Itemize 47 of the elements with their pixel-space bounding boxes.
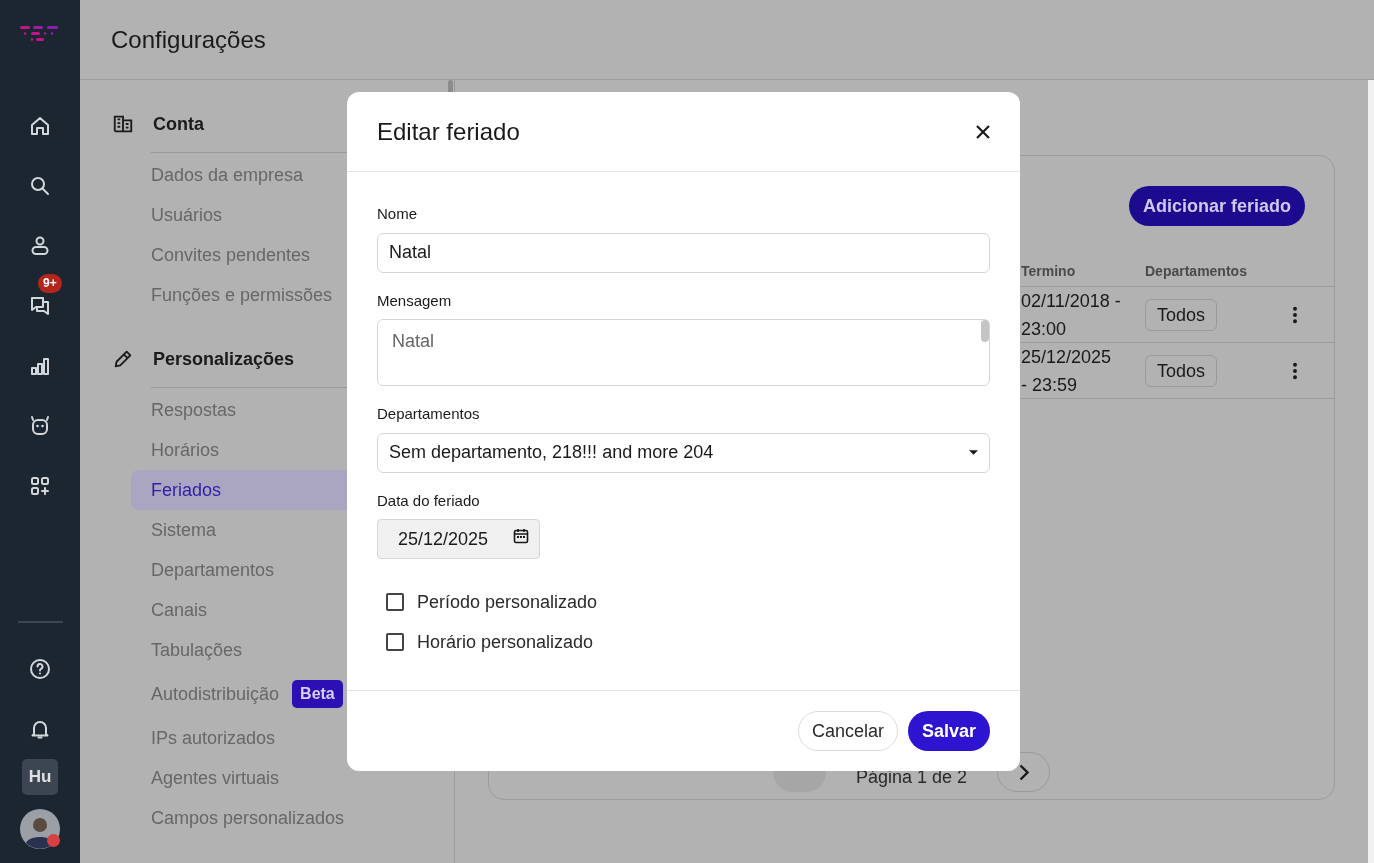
field-label: Mensagem bbox=[377, 290, 453, 311]
dropdown-caret-icon bbox=[969, 450, 978, 455]
building-icon bbox=[112, 113, 134, 135]
field-label: Nome bbox=[377, 204, 418, 224]
close-icon[interactable] bbox=[976, 124, 990, 139]
checkbox[interactable] bbox=[386, 633, 404, 651]
table-cell-text: 02/11/2018 - 23:00 bbox=[1021, 289, 1121, 341]
dialog-title: Editar feriado bbox=[377, 116, 520, 147]
robot-icon[interactable] bbox=[28, 414, 52, 438]
home-icon[interactable] bbox=[28, 114, 52, 138]
logo-icon bbox=[20, 26, 60, 42]
save-button[interactable]: Salvar bbox=[907, 711, 990, 751]
scrollbar-thumb[interactable] bbox=[981, 320, 989, 342]
settings-nav-item[interactable]: Campos personalizados bbox=[131, 798, 454, 838]
cancel-button[interactable]: Cancelar bbox=[797, 711, 898, 751]
department-chip: Todos bbox=[1145, 298, 1218, 331]
beta-badge: Beta bbox=[292, 680, 343, 708]
departments-select[interactable]: Sem departamento, 218!!! and more 204 bbox=[377, 432, 990, 473]
checkbox[interactable] bbox=[386, 593, 404, 611]
message-field[interactable]: Natal bbox=[377, 319, 990, 386]
avatar[interactable] bbox=[20, 809, 60, 849]
apps-add-icon[interactable] bbox=[28, 474, 52, 498]
add-holiday-button[interactable]: Adicionar feriado bbox=[1128, 186, 1305, 226]
chat-icon[interactable] bbox=[28, 294, 52, 318]
help-icon[interactable] bbox=[28, 657, 52, 681]
calendar-icon[interactable] bbox=[513, 528, 529, 544]
section-title: Personalizações bbox=[153, 347, 295, 371]
date-field[interactable]: 25/12/2025 bbox=[377, 519, 540, 559]
field-label: Departamentos bbox=[377, 404, 481, 424]
checkbox-label: Período personalizado bbox=[417, 590, 598, 614]
more-options-icon[interactable] bbox=[1292, 361, 1298, 380]
page-title: Configurações bbox=[111, 24, 266, 55]
settings-nav-item[interactable]: Agentes virtuais bbox=[131, 758, 454, 798]
table-cell-text: 25/12/2025 - 23:59 bbox=[1021, 345, 1113, 397]
checkbox-label: Horário personalizado bbox=[417, 630, 594, 654]
column-header: Departamentos bbox=[1145, 261, 1248, 281]
workspace-button[interactable]: Hu bbox=[22, 759, 58, 795]
search-icon[interactable] bbox=[28, 174, 52, 198]
name-field[interactable]: Natal bbox=[377, 232, 990, 273]
pencil-icon bbox=[112, 348, 134, 370]
chevron-right-icon bbox=[1018, 763, 1029, 781]
more-options-icon[interactable] bbox=[1292, 305, 1298, 324]
column-header: Termino bbox=[1021, 261, 1077, 281]
notification-badge: 9+ bbox=[38, 274, 62, 293]
department-chip: Todos bbox=[1145, 354, 1218, 387]
section-title: Conta bbox=[153, 112, 204, 136]
settings-nav-item[interactable]: Autodistribuição Beta bbox=[131, 670, 454, 718]
